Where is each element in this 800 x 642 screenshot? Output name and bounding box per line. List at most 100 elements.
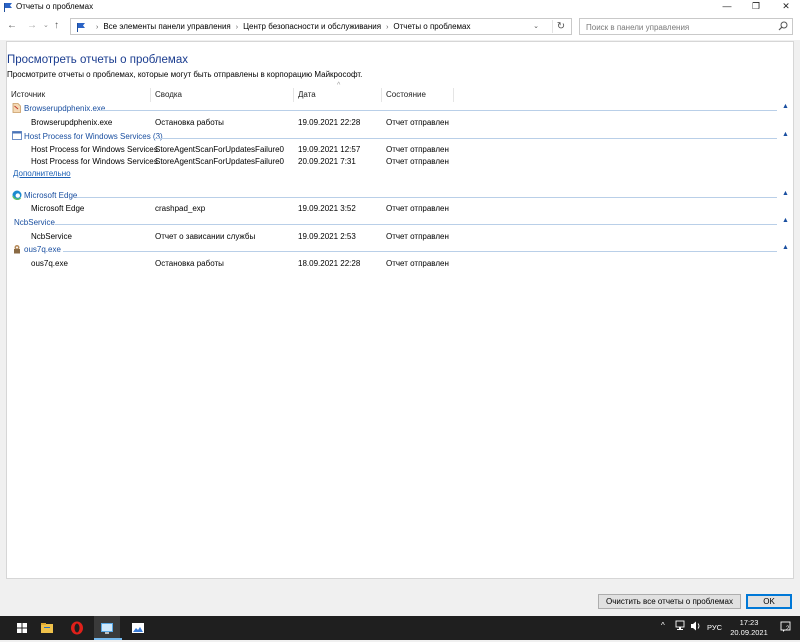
taskbar: ^ РУС 17:23 20.09.2021 2 — [0, 616, 800, 640]
photos-icon[interactable] — [125, 616, 151, 640]
column-header-summary[interactable]: Сводка — [155, 90, 182, 99]
cell-source: Host Process for Windows Services — [31, 157, 158, 166]
app-icon — [12, 103, 21, 115]
breadcrumb-security-center[interactable]: Центр безопасности и обслуживания — [243, 22, 381, 31]
group-label: Browserupdphenix.exe — [24, 104, 106, 113]
column-divider[interactable] — [150, 88, 151, 102]
breadcrumb-problem-reports[interactable]: Отчеты о проблемах — [393, 22, 470, 31]
file-explorer-icon[interactable] — [34, 616, 60, 640]
title-bar: Отчеты о проблемах — ❐ ✕ — [0, 0, 800, 14]
group-label: NcbService — [14, 218, 55, 227]
cell-state: Отчет отправлен — [386, 259, 449, 268]
maximize-button[interactable]: ❐ — [742, 0, 770, 14]
cell-summary: crashpad_exp — [155, 204, 206, 213]
edge-icon — [12, 190, 22, 202]
table-header: Источник Сводка Дата Состояние — [7, 86, 793, 102]
clock[interactable]: 17:23 20.09.2021 — [726, 618, 772, 638]
cell-source: Host Process for Windows Services — [31, 145, 158, 154]
search-input[interactable] — [584, 20, 778, 35]
clock-time: 17:23 — [739, 618, 759, 627]
start-button[interactable] — [9, 616, 35, 640]
recent-pages-chevron-icon[interactable]: ⌄ — [43, 21, 49, 29]
cell-summary: StoreAgentScanForUpdatesFailure0 — [155, 145, 284, 154]
breadcrumb-separator: › — [96, 24, 99, 31]
ok-button[interactable]: OK — [746, 594, 792, 609]
flag-icon — [76, 22, 86, 34]
search-icon[interactable] — [778, 21, 788, 33]
column-header-state[interactable]: Состояние — [386, 90, 426, 99]
cell-source: ous7q.exe — [31, 259, 68, 268]
address-dropdown-chevron-icon[interactable]: ⌄ — [529, 21, 543, 32]
collapse-chevron-icon[interactable]: ▲ — [782, 190, 789, 197]
cell-summary: Остановка работы — [155, 259, 224, 268]
group-header-browserupdphenix[interactable]: Browserupdphenix.exe ▲ — [7, 103, 791, 116]
network-icon[interactable] — [675, 620, 686, 634]
page-title: Просмотреть отчеты о проблемах — [7, 54, 188, 66]
cell-source: Browserupdphenix.exe — [31, 118, 113, 127]
clear-all-reports-button[interactable]: Очистить все отчеты о проблемах — [598, 594, 741, 609]
group-label: Microsoft Edge — [24, 191, 78, 200]
close-button[interactable]: ✕ — [772, 0, 800, 14]
executable-icon — [12, 244, 22, 256]
collapse-chevron-icon[interactable]: ▲ — [782, 103, 789, 110]
group-header-ncbservice[interactable]: NcbService ▲ — [7, 217, 791, 230]
language-indicator[interactable]: РУС — [707, 623, 722, 632]
cell-source: NcbService — [31, 232, 72, 241]
up-arrow-icon[interactable]: ↑ — [54, 20, 59, 31]
address-bar[interactable]: › Все элементы панели управления › Центр бе… — [70, 18, 572, 35]
breadcrumb-control-panel[interactable]: Все элементы панели управления — [103, 22, 230, 31]
table-row[interactable]: Microsoft Edge crashpad_exp 19.09.2021 3… — [7, 204, 791, 217]
collapse-chevron-icon[interactable]: ▲ — [782, 131, 789, 138]
cell-state: Отчет отправлен — [386, 204, 449, 213]
cell-date: 19.09.2021 3:52 — [298, 204, 356, 213]
cell-date: 19.09.2021 12:57 — [298, 145, 361, 154]
table-row[interactable]: Host Process for Windows Services StoreA… — [7, 157, 791, 170]
column-divider[interactable] — [453, 88, 454, 102]
breadcrumb: › Все элементы панели управления › Центр бе… — [91, 22, 471, 31]
page-description: Просмотрите отчеты о проблемах, которые … — [7, 70, 363, 79]
window-title: Отчеты о проблемах — [16, 2, 94, 11]
back-arrow-icon[interactable]: ← — [7, 20, 17, 31]
group-divider — [77, 197, 777, 198]
column-header-source[interactable]: Источник — [11, 90, 45, 99]
cell-summary: StoreAgentScanForUpdatesFailure0 — [155, 157, 284, 166]
minimize-button[interactable]: — — [713, 0, 741, 14]
column-divider[interactable] — [381, 88, 382, 102]
notification-count: 2 — [786, 626, 790, 632]
more-link[interactable]: Дополнительно — [13, 169, 71, 178]
cell-state: Отчет отправлен — [386, 145, 449, 154]
cell-summary: Отчет о зависании службы — [155, 232, 256, 241]
table-row[interactable]: ous7q.exe Остановка работы 18.09.2021 22… — [7, 259, 791, 272]
cell-date: 19.09.2021 22:28 — [298, 118, 361, 127]
group-label: ous7q.exe — [24, 245, 61, 254]
table-row[interactable]: NcbService Отчет о зависании службы 19.0… — [7, 232, 791, 245]
breadcrumb-separator: › — [235, 24, 239, 31]
cell-state: Отчет отправлен — [386, 232, 449, 241]
group-divider — [63, 251, 777, 252]
forward-arrow-icon[interactable]: → — [27, 20, 37, 31]
column-header-date[interactable]: Дата — [298, 90, 316, 99]
opera-browser-icon[interactable] — [64, 616, 90, 640]
search-box[interactable] — [579, 18, 793, 35]
cell-date: 20.09.2021 7:31 — [298, 157, 356, 166]
group-divider — [55, 224, 777, 225]
group-header-microsoft-edge[interactable]: Microsoft Edge ▲ — [7, 190, 791, 203]
control-panel-taskbar-icon[interactable] — [94, 616, 120, 640]
volume-icon[interactable] — [690, 620, 702, 634]
show-hidden-icons-chevron-icon[interactable]: ^ — [661, 621, 665, 630]
group-header-host-process[interactable]: Host Process for Windows Services (3) ▲ — [7, 131, 791, 144]
refresh-icon[interactable]: ↻ — [552, 20, 569, 33]
collapse-chevron-icon[interactable]: ▲ — [782, 244, 789, 251]
cell-source: Microsoft Edge — [31, 204, 85, 213]
collapse-chevron-icon[interactable]: ▲ — [782, 217, 789, 224]
window-icon — [12, 131, 22, 142]
breadcrumb-separator: › — [386, 24, 389, 31]
cell-date: 19.09.2021 2:53 — [298, 232, 356, 241]
cell-summary: Остановка работы — [155, 118, 224, 127]
navigation-bar: ← → ⌄ ↑ › Все элементы панели управления ›… — [0, 14, 800, 40]
group-header-ous7q[interactable]: ous7q.exe ▲ — [7, 244, 791, 257]
table-row[interactable]: Browserupdphenix.exe Остановка работы 19… — [7, 118, 791, 131]
cell-date: 18.09.2021 22:28 — [298, 259, 361, 268]
column-divider[interactable] — [293, 88, 294, 102]
group-divider — [99, 110, 777, 111]
